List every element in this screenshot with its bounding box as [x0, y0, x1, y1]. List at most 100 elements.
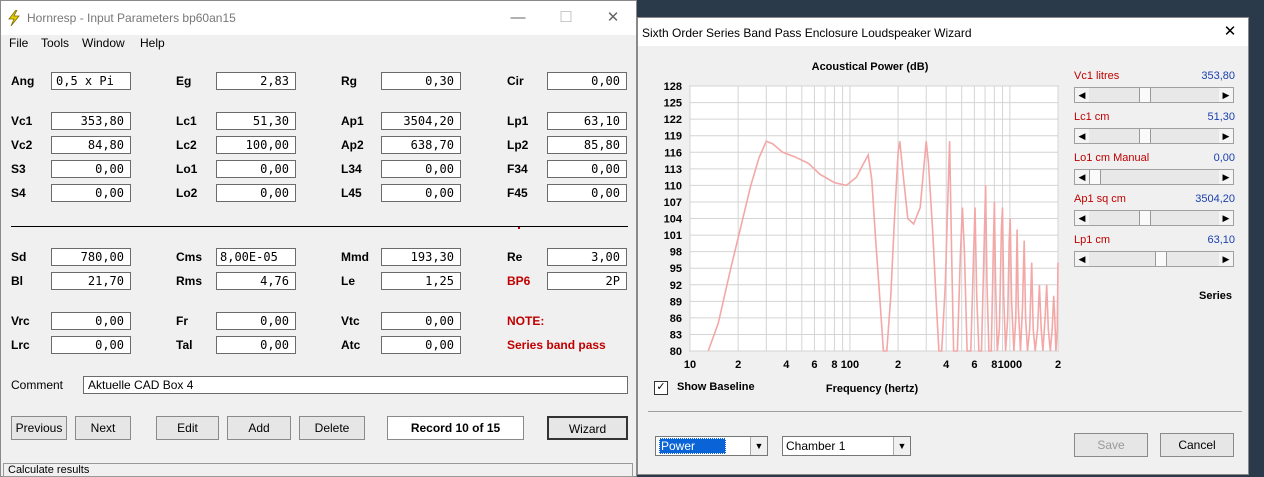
field-lp1[interactable]: 63,10 [547, 112, 627, 130]
close-icon[interactable]: ✕ [598, 7, 628, 29]
wizard-title: Sixth Order Series Band Pass Enclosure L… [642, 26, 972, 40]
field-s4[interactable]: 0,00 [51, 184, 131, 202]
field-lc2[interactable]: 100,00 [216, 136, 296, 154]
field-l34[interactable]: 0,00 [381, 160, 461, 178]
field-lp2[interactable]: 85,80 [547, 136, 627, 154]
arrow-left-icon[interactable]: ◀ [1075, 170, 1089, 184]
field-le[interactable]: 1,25 [381, 272, 461, 290]
field-lc1[interactable]: 51,30 [216, 112, 296, 130]
label-f45: F45 [507, 186, 528, 200]
field-re[interactable]: 3,00 [547, 248, 627, 266]
menu-file[interactable]: File [9, 36, 28, 50]
wizard-close-icon[interactable]: ✕ [1220, 22, 1240, 42]
slider-thumb[interactable] [1139, 211, 1152, 225]
parameter-slider[interactable]: ◀ ▶ [1074, 210, 1234, 226]
cancel-button[interactable]: Cancel [1160, 433, 1234, 457]
slider-value: 0,00 [1213, 152, 1235, 164]
field-cms[interactable]: 8,00E-05 [216, 248, 296, 266]
label-lrc: Lrc [11, 338, 30, 352]
note-text: Series band pass [507, 338, 606, 352]
field-ap1[interactable]: 3504,20 [381, 112, 461, 130]
previous-button[interactable]: Previous [11, 416, 67, 440]
x-tick-label: 6 [971, 359, 977, 371]
y-tick-label: 89 [670, 296, 682, 308]
field-bp6[interactable]: 2P [547, 272, 627, 290]
show-baseline-checkbox[interactable]: ✓ [654, 381, 668, 395]
comment-input[interactable]: Aktuelle CAD Box 4 [83, 376, 628, 394]
field-lo2[interactable]: 0,00 [216, 184, 296, 202]
field-ang[interactable]: 0,5 x Pi [51, 72, 131, 90]
label-vrc: Vrc [11, 314, 30, 328]
arrow-right-icon[interactable]: ▶ [1219, 170, 1233, 184]
label-s4: S4 [11, 186, 26, 200]
y-tick-label: 113 [664, 164, 682, 176]
wizard-window: Sixth Order Series Band Pass Enclosure L… [637, 17, 1249, 475]
field-vc1[interactable]: 353,80 [51, 112, 131, 130]
x-tick-label: 2 [735, 359, 741, 371]
arrow-right-icon[interactable]: ▶ [1219, 129, 1233, 143]
menu-help[interactable]: Help [140, 36, 165, 50]
chart-title: Acoustical Power (dB) [812, 61, 929, 73]
field-f45[interactable]: 0,00 [547, 184, 627, 202]
chamber-dropdown[interactable]: Chamber 1 ▼ [782, 436, 911, 456]
y-tick-label: 110 [664, 180, 682, 192]
field-fr[interactable]: 0,00 [216, 312, 296, 330]
field-rms[interactable]: 4,76 [216, 272, 296, 290]
arrow-right-icon[interactable]: ▶ [1219, 211, 1233, 225]
field-lrc[interactable]: 0,00 [51, 336, 131, 354]
arrow-right-icon[interactable]: ▶ [1219, 88, 1233, 102]
edit-button[interactable]: Edit [156, 416, 219, 440]
acoustical-power-chart: Acoustical Power (dB) 128 125 122 119 116 113… [664, 61, 1061, 395]
x-tick-label: 1000 [998, 359, 1022, 371]
field-bl[interactable]: 21,70 [51, 272, 131, 290]
minimize-icon[interactable]: — [503, 7, 533, 29]
parameter-slider[interactable]: ◀ ▶ [1074, 169, 1234, 185]
field-f34[interactable]: 0,00 [547, 160, 627, 178]
field-cir[interactable]: 0,00 [547, 72, 627, 90]
slider-thumb[interactable] [1139, 129, 1152, 143]
parameter-slider[interactable]: ◀ ▶ [1074, 128, 1234, 144]
field-eg[interactable]: 2,83 [216, 72, 296, 90]
field-rg[interactable]: 0,30 [381, 72, 461, 90]
menu-tools[interactable]: Tools [41, 36, 69, 50]
field-ap2[interactable]: 638,70 [381, 136, 461, 154]
wizard-button[interactable]: Wizard [547, 416, 628, 440]
add-button[interactable]: Add [227, 416, 291, 440]
slider-thumb[interactable] [1089, 170, 1101, 184]
field-s3[interactable]: 0,00 [51, 160, 131, 178]
field-vrc[interactable]: 0,00 [51, 312, 131, 330]
label-mmd: Mmd [341, 250, 369, 264]
field-vtc[interactable]: 0,00 [381, 312, 461, 330]
field-lo1[interactable]: 0,00 [216, 160, 296, 178]
maximize-icon[interactable]: ☐ [551, 7, 581, 29]
field-tal[interactable]: 0,00 [216, 336, 296, 354]
x-tick-label: 100 [841, 359, 859, 371]
delete-button[interactable]: Delete [299, 416, 365, 440]
label-lo1: Lo1 [176, 162, 198, 176]
save-button[interactable]: Save [1074, 433, 1148, 457]
next-button[interactable]: Next [75, 416, 131, 440]
show-baseline-label: Show Baseline [677, 381, 755, 393]
slider-label: Ap1 sq cm [1074, 193, 1126, 205]
arrow-left-icon[interactable]: ◀ [1075, 211, 1089, 225]
field-mmd[interactable]: 193,30 [381, 248, 461, 266]
arrow-left-icon[interactable]: ◀ [1075, 88, 1089, 102]
arrow-left-icon[interactable]: ◀ [1075, 252, 1089, 266]
label-atc: Atc [341, 338, 361, 352]
mode-dropdown[interactable]: Power ▼ [655, 436, 768, 456]
field-l45[interactable]: 0,00 [381, 184, 461, 202]
field-atc[interactable]: 0,00 [381, 336, 461, 354]
slider-thumb[interactable] [1155, 252, 1167, 266]
arrow-left-icon[interactable]: ◀ [1075, 129, 1089, 143]
parameter-slider[interactable]: ◀ ▶ [1074, 251, 1234, 267]
parameter-slider[interactable]: ◀ ▶ [1074, 87, 1234, 103]
slider-thumb[interactable] [1139, 88, 1152, 102]
arrow-right-icon[interactable]: ▶ [1219, 252, 1233, 266]
chevron-down-icon: ▼ [893, 437, 910, 455]
y-tick-label: 128 [664, 81, 682, 93]
x-tick-label: 8 [991, 359, 997, 371]
field-vc2[interactable]: 84,80 [51, 136, 131, 154]
field-sd[interactable]: 780,00 [51, 248, 131, 266]
x-axis-label: Frequency (hertz) [826, 383, 919, 395]
menu-window[interactable]: Window [82, 36, 125, 50]
